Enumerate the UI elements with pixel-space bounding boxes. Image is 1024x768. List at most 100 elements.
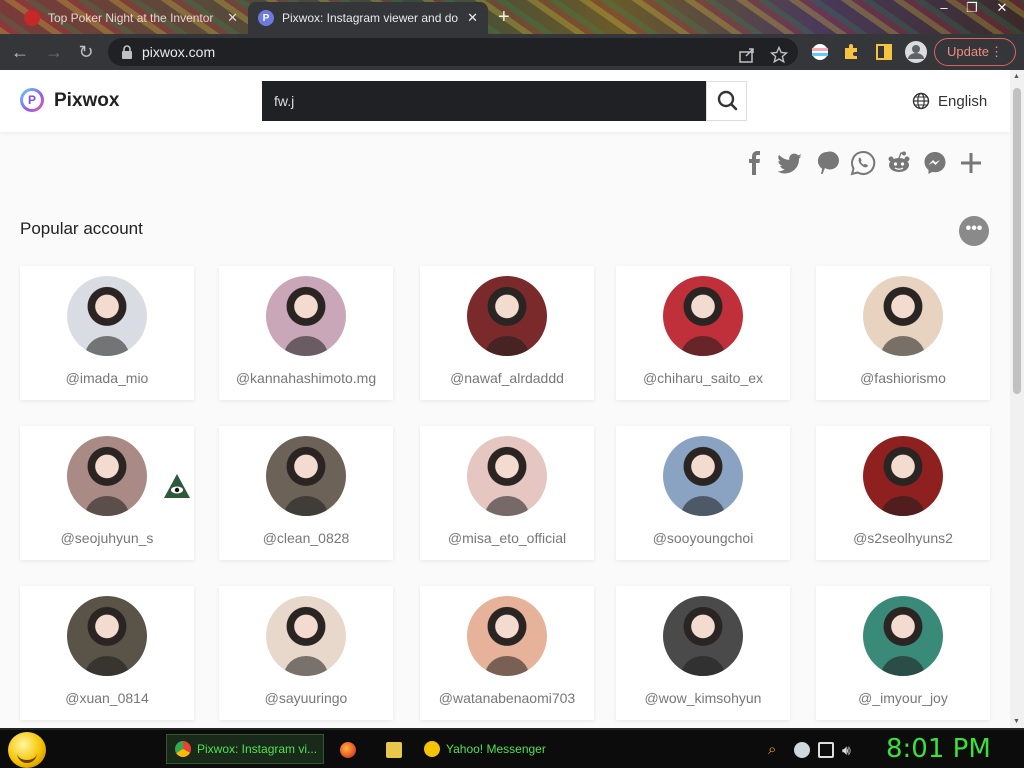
avatar[interactable] [266, 596, 346, 676]
more-options-button[interactable]: ••• [959, 216, 989, 246]
avatar[interactable] [663, 596, 743, 676]
search-input[interactable] [262, 81, 706, 121]
reload-icon[interactable]: ↻ [74, 40, 98, 64]
new-tab-icon[interactable]: + [498, 7, 510, 27]
twitter-icon[interactable] [778, 150, 804, 176]
page-scrollbar[interactable]: ▲ ▼ [1010, 70, 1024, 728]
avatar[interactable] [67, 436, 147, 516]
language-selector[interactable]: English [912, 92, 987, 110]
taskbar-chrome-pixwox[interactable]: Pixwox: Instagram vi... [166, 734, 324, 764]
site-logo-text[interactable]: Pixwox [54, 90, 119, 112]
update-button[interactable]: Update ⋮ [934, 38, 1016, 66]
close-window-icon[interactable]: ✕ [988, 0, 1016, 20]
extensions-puzzle-icon[interactable] [842, 42, 862, 62]
volume-icon[interactable]: 🔊︎ [842, 742, 858, 758]
account-handle[interactable]: @xuan_0814 [26, 690, 188, 706]
account-handle[interactable]: @sayuuringo [225, 690, 387, 706]
account-handle[interactable]: @watanabenaomi703 [426, 690, 588, 706]
account-card[interactable]: @imada_mio [20, 266, 194, 400]
firefox-icon[interactable] [340, 742, 356, 758]
account-handle[interactable]: @clean_0828 [225, 530, 387, 546]
avatar[interactable] [663, 276, 743, 356]
avatar[interactable] [266, 276, 346, 356]
avatar[interactable] [663, 436, 743, 516]
account-handle[interactable]: @fashiorismo [822, 370, 984, 386]
account-card[interactable]: @s2seolhyuns2 [816, 426, 990, 560]
tab-pixwox[interactable]: P Pixwox: Instagram viewer and do ✕ [248, 2, 488, 34]
account-card[interactable]: @fashiorismo [816, 266, 990, 400]
messenger-icon[interactable] [922, 150, 948, 176]
forward-icon[interactable]: → [42, 40, 66, 64]
pixwox-logo-icon[interactable] [20, 88, 44, 112]
person-silhouette-icon [485, 496, 529, 516]
tab-close-icon[interactable]: ✕ [467, 10, 478, 26]
start-smiley-icon[interactable] [8, 732, 46, 768]
account-card[interactable]: @chiharu_saito_ex [616, 266, 790, 400]
pixwox-favicon-icon: P [258, 10, 274, 26]
account-handle[interactable]: @wow_kimsohyun [622, 690, 784, 706]
folder-icon[interactable] [386, 742, 402, 758]
address-bar[interactable]: pixwox.com [108, 38, 798, 66]
account-card[interactable]: @_imyour_joy [816, 586, 990, 720]
account-handle[interactable]: @nawaf_alrdaddd [426, 370, 588, 386]
tab-close-icon[interactable]: ✕ [227, 10, 238, 26]
avatar[interactable] [67, 596, 147, 676]
share-bar [742, 150, 992, 178]
url-text: pixwox.com [142, 44, 216, 60]
avatar[interactable] [266, 436, 346, 516]
pinterest-icon[interactable] [814, 150, 840, 176]
person-silhouette-icon [681, 336, 725, 356]
scroll-down-icon[interactable]: ▼ [1013, 718, 1020, 725]
account-handle[interactable]: @misa_eto_official [426, 530, 588, 546]
scrollbar-thumb[interactable] [1013, 88, 1021, 394]
account-handle[interactable]: @imada_mio [26, 370, 188, 386]
account-card[interactable]: @watanabenaomi703 [420, 586, 594, 720]
account-handle[interactable]: @chiharu_saito_ex [622, 370, 784, 386]
taskbar-yahoo-messenger[interactable]: Yahoo! Messenger [416, 734, 576, 764]
bookmark-star-icon[interactable] [770, 46, 788, 64]
person-silhouette-icon [85, 336, 129, 356]
account-card[interactable]: @misa_eto_official [420, 426, 594, 560]
person-silhouette-icon [681, 496, 725, 516]
avatar[interactable] [863, 596, 943, 676]
search-tray-icon[interactable]: ⌕ [768, 742, 784, 758]
extension-flag-icon[interactable] [810, 42, 830, 62]
search-button[interactable] [706, 81, 747, 121]
account-handle[interactable]: @kannahashimoto.mg [225, 370, 387, 386]
plus-icon[interactable] [958, 150, 984, 176]
tab-title: Top Poker Night at the Inventor [48, 11, 214, 25]
side-panel-icon[interactable] [874, 42, 894, 62]
account-card[interactable]: @wow_kimsohyun [616, 586, 790, 720]
avatar[interactable] [467, 276, 547, 356]
search-field[interactable] [262, 81, 706, 121]
network-icon[interactable] [818, 742, 834, 758]
whatsapp-icon[interactable] [850, 150, 876, 176]
minimize-icon[interactable]: – [930, 0, 958, 20]
account-handle[interactable]: @s2seolhyuns2 [822, 530, 984, 546]
account-card[interactable]: @sayuuringo [219, 586, 393, 720]
status-tray-icon[interactable] [794, 742, 810, 758]
maximize-icon[interactable]: ❐ [958, 0, 986, 20]
account-card[interactable]: @clean_0828 [219, 426, 393, 560]
profile-avatar-icon[interactable] [904, 40, 928, 64]
tab-poker-night[interactable]: Top Poker Night at the Inventor ✕ [14, 2, 248, 34]
account-handle[interactable]: @_imyour_joy [822, 690, 984, 706]
account-handle[interactable]: @seojuhyun_s [26, 530, 188, 546]
back-icon[interactable]: ← [8, 40, 32, 64]
reddit-icon[interactable] [886, 150, 912, 176]
account-card[interactable]: @sooyoungchoi [616, 426, 790, 560]
account-handle[interactable]: @sooyoungchoi [622, 530, 784, 546]
avatar[interactable] [863, 276, 943, 356]
scroll-up-icon[interactable]: ▲ [1013, 73, 1020, 80]
avatar[interactable] [467, 436, 547, 516]
account-card[interactable]: @nawaf_alrdaddd [420, 266, 594, 400]
facebook-icon[interactable] [742, 150, 768, 176]
avatar[interactable] [863, 436, 943, 516]
avatar[interactable] [67, 276, 147, 356]
page-content: Pixwox English [0, 70, 1010, 728]
account-card[interactable]: @xuan_0814 [20, 586, 194, 720]
account-card[interactable]: @kannahashimoto.mg [219, 266, 393, 400]
avatar[interactable] [467, 596, 547, 676]
person-silhouette-icon [881, 336, 925, 356]
share-page-icon[interactable] [738, 46, 756, 64]
